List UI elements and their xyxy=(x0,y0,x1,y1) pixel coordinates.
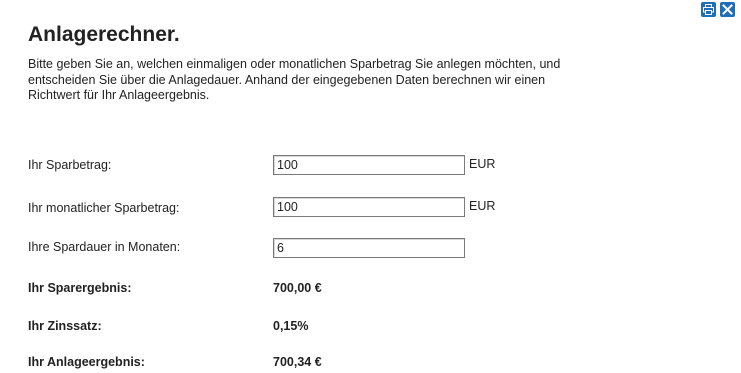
printer-icon[interactable] xyxy=(701,2,716,17)
page-title: Anlagerechner. xyxy=(28,23,180,46)
window-toolbar xyxy=(701,2,735,17)
dauer-input[interactable] xyxy=(273,238,465,258)
sparbetrag-input[interactable] xyxy=(273,155,465,175)
anlageergebnis-label: Ihr Anlageergebnis: xyxy=(28,355,145,369)
intro-text: Bitte geben Sie an, welchen einmaligen o… xyxy=(28,57,561,102)
sparbetrag-label: Ihr Sparbetrag: xyxy=(28,158,112,172)
zinssatz-value: 0,15% xyxy=(273,319,309,333)
anlageergebnis-value: 700,34 € xyxy=(273,355,322,369)
sparergebnis-label: Ihr Sparergebnis: xyxy=(28,281,132,295)
monatlich-unit: EUR xyxy=(469,199,496,213)
sparbetrag-unit: EUR xyxy=(469,157,496,171)
close-icon[interactable] xyxy=(720,2,735,17)
monatlich-input[interactable] xyxy=(273,197,465,217)
monatlich-label: Ihr monatlicher Sparbetrag: xyxy=(28,201,180,215)
sparergebnis-value: 700,00 € xyxy=(273,281,322,295)
dauer-label: Ihre Spardauer in Monaten: xyxy=(28,240,181,254)
zinssatz-label: Ihr Zinssatz: xyxy=(28,319,102,333)
